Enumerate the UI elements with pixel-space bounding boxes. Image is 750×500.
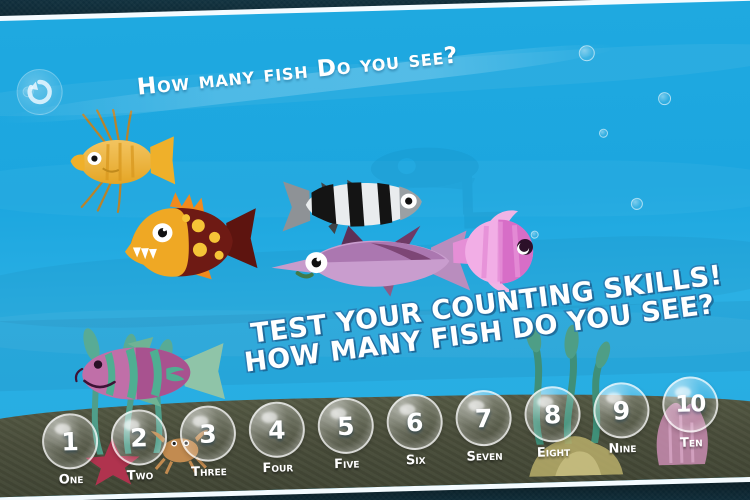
bubble-digit: 4 xyxy=(267,414,286,445)
bubble-digit: 6 xyxy=(405,407,424,437)
bubble-word-label: Eight xyxy=(536,444,571,461)
number-option-five[interactable]: 5 Five xyxy=(315,397,377,473)
bubble-digit: 5 xyxy=(336,411,355,441)
bubble-button-10[interactable]: 10 xyxy=(661,375,720,434)
bubble-digit: 1 xyxy=(60,426,80,457)
number-option-ten[interactable]: 10 Ten xyxy=(660,375,722,452)
bubble-word-label: Two xyxy=(126,468,154,484)
number-option-four[interactable]: 4 Four xyxy=(246,400,308,477)
bubble-word-label: Nine xyxy=(608,441,637,457)
bubble-button-7[interactable]: 7 xyxy=(454,389,513,447)
game-screen: How many fish Do you see? TEST YOUR COUN… xyxy=(0,0,750,498)
refresh-icon xyxy=(27,79,52,105)
bubble-button-3[interactable]: 3 xyxy=(179,404,237,463)
pink-angelfish xyxy=(452,210,534,293)
bubble-button-2[interactable]: 2 xyxy=(110,408,168,467)
number-option-two[interactable]: 2 Two xyxy=(108,408,170,485)
number-option-seven[interactable]: 7 Seven xyxy=(453,389,515,465)
bubble-word-label: Four xyxy=(262,460,294,477)
bubble-button-4[interactable]: 4 xyxy=(248,400,306,459)
bubble-digit: 3 xyxy=(198,418,218,449)
number-option-six[interactable]: 6 Six xyxy=(384,393,446,469)
bubble-digit: 9 xyxy=(612,395,631,426)
number-option-eight[interactable]: 8 Eight xyxy=(522,385,584,461)
orange-piranha-fish xyxy=(124,192,258,280)
bubble-word-label: Five xyxy=(333,456,360,473)
bubble-digit: 8 xyxy=(543,399,562,429)
bubble-button-6[interactable]: 6 xyxy=(385,393,444,451)
water-bubble xyxy=(598,128,609,138)
number-option-three[interactable]: 3 Three xyxy=(177,404,239,481)
bubble-button-5[interactable]: 5 xyxy=(317,397,375,455)
water-bubble xyxy=(657,91,672,106)
bubble-button-8[interactable]: 8 xyxy=(523,385,582,444)
number-option-one[interactable]: 1 One xyxy=(39,412,101,489)
number-answer-row: 1 One 2 Two 3 Three 4 Four 5 Five 6 Six 7 Seven 8 Eight… xyxy=(0,367,750,498)
bubble-digit: 7 xyxy=(474,403,493,433)
bubble-digit: 2 xyxy=(129,422,149,453)
bubble-word-label: Ten xyxy=(679,435,703,451)
bubble-word-label: Three xyxy=(190,464,227,481)
number-option-nine[interactable]: 9 Nine xyxy=(591,381,653,458)
bubble-word-label: One xyxy=(58,471,84,488)
bubble-word-label: Six xyxy=(405,452,426,469)
bubble-button-1[interactable]: 1 xyxy=(41,412,99,471)
bubble-button-9[interactable]: 9 xyxy=(592,381,651,440)
bubble-digit: 10 xyxy=(674,391,706,418)
bubble-word-label: Seven xyxy=(466,448,503,465)
game-frame: How many fish Do you see? TEST YOUR COUN… xyxy=(0,0,750,500)
